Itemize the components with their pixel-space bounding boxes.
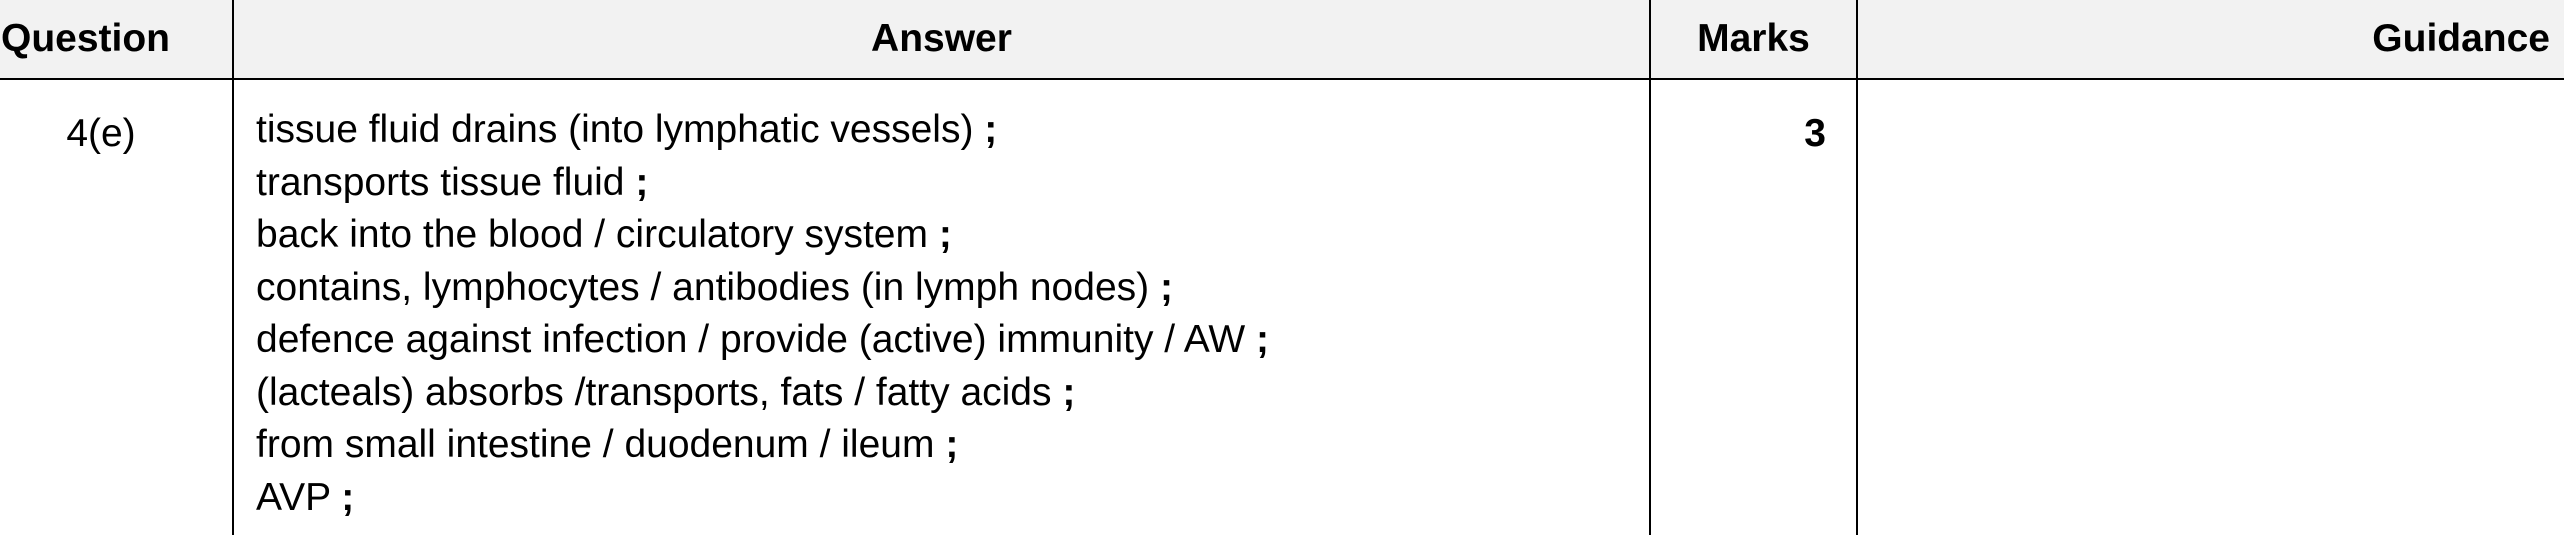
table-row: 4(e) tissue fluid drains (into lymphatic… — [0, 79, 2564, 535]
question-number: 4(e) — [0, 79, 234, 535]
answer-text: back into the blood / circulatory system — [256, 213, 928, 256]
answer-line: from small intestine / duodenum / ileum … — [256, 419, 1649, 472]
answer-line: tissue fluid drains (into lymphatic vess… — [256, 104, 1649, 157]
answer-line: back into the blood / circulatory system… — [256, 209, 1649, 262]
answer-separator: ; — [984, 108, 998, 151]
answer-line: defence against infection / provide (act… — [256, 314, 1649, 367]
answer-separator: ; — [1256, 318, 1270, 361]
answer-text: contains, lymphocytes / antibodies (in l… — [256, 265, 1150, 309]
answer-separator: ; — [1062, 370, 1076, 414]
header-row: Question Answer Marks Guidance — [0, 0, 2564, 80]
answer-text: (lacteals) absorbs /transports, fats / f… — [256, 370, 1052, 414]
guidance-header: Guidance — [1856, 0, 2564, 80]
answer-separator: ; — [635, 160, 649, 204]
guidance-cell — [1856, 79, 2564, 535]
marks-value: 3 — [1649, 79, 1858, 535]
answer-text: tissue fluid drains (into lymphatic vess… — [256, 108, 974, 151]
answer-line: contains, lymphocytes / antibodies (in l… — [256, 262, 1649, 315]
answer-separator: ; — [341, 475, 355, 519]
answer-text: from small intestine / duodenum / ileum — [256, 423, 935, 466]
answer-cell: tissue fluid drains (into lymphatic vess… — [232, 79, 1651, 535]
mark-scheme-table: Question Answer Marks Guidance 4(e) tiss… — [0, 0, 2564, 535]
answer-line: transports tissue fluid ; — [256, 157, 1649, 210]
answer-text: transports tissue fluid — [256, 160, 625, 204]
marks-header: Marks — [1649, 0, 1858, 80]
answer-separator: ; — [938, 213, 952, 256]
answer-separator: ; — [1159, 265, 1173, 309]
answer-line: AVP ; — [256, 472, 1649, 525]
answer-header: Answer — [232, 0, 1651, 80]
answer-line: (lacteals) absorbs /transports, fats / f… — [256, 367, 1649, 420]
answer-text: AVP — [256, 475, 331, 519]
question-header: Question — [0, 0, 234, 80]
answer-text: defence against infection / provide (act… — [256, 318, 1246, 361]
answer-separator: ; — [945, 423, 959, 466]
